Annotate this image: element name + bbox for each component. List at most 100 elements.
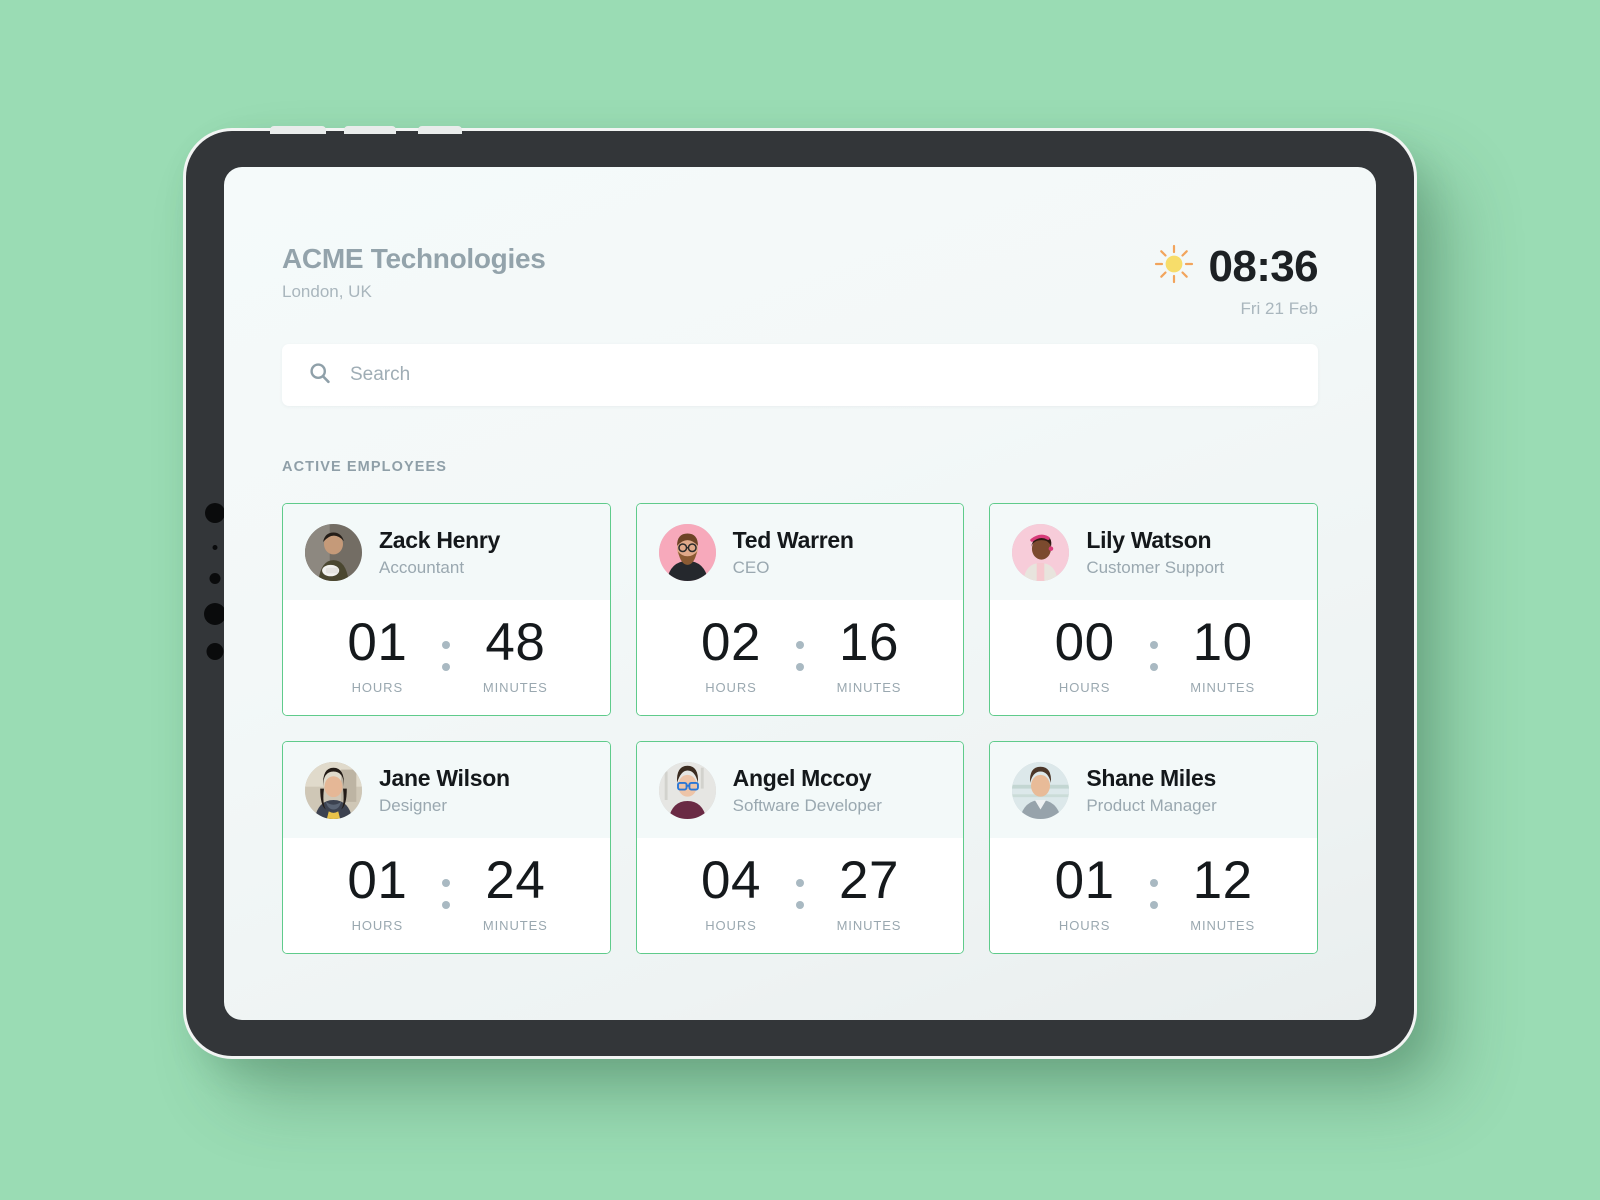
employee-timer: 01 HOURS 12 MINUTES — [990, 838, 1317, 953]
tablet-device: ACME Technologies London, UK 08:36 Fri 2… — [186, 126, 1414, 1056]
timer-minutes-label: MINUTES — [836, 918, 902, 933]
timer-minutes-value: 48 — [485, 613, 546, 672]
timer-digits: 00 HOURS 10 MINUTES — [990, 616, 1317, 695]
employee-card[interactable]: Lily Watson Customer Support 00 HOURS 10… — [989, 503, 1318, 716]
timer-minutes-label: MINUTES — [1190, 680, 1256, 695]
company-block: ACME Technologies London, UK — [282, 243, 546, 300]
timer-minutes-column: 48 MINUTES — [463, 616, 567, 695]
avatar — [658, 524, 716, 581]
timer-minutes-value: 27 — [839, 851, 899, 910]
employee-card-header: Angel Mccoy Software Developer — [636, 742, 964, 838]
timer-colon-separator — [1137, 636, 1171, 676]
depth-sensor-icon — [204, 603, 226, 625]
timer-digits: 01 HOURS 12 MINUTES — [990, 854, 1317, 933]
employee-name: Angel Mccoy — [732, 764, 872, 791]
employee-role: Product Manager — [1086, 795, 1217, 815]
timer-digits: 04 HOURS 27 MINUTES — [637, 854, 964, 933]
timer-colon-separator — [429, 636, 463, 676]
dot-projector-icon — [206, 643, 224, 660]
timer-hours-label: HOURS — [705, 918, 757, 933]
employee-card[interactable]: Angel Mccoy Software Developer 04 HOURS — [635, 741, 965, 954]
timer-digits: 01 HOURS 48 MINUTES — [283, 616, 610, 695]
timer-hours-value: 01 — [347, 613, 408, 672]
timer-minutes-label: MINUTES — [482, 680, 548, 695]
volume-down-button[interactable] — [344, 126, 396, 134]
employee-role: Accountant — [379, 557, 465, 577]
sun-icon — [1153, 243, 1195, 290]
company-name: ACME Technologies — [282, 243, 546, 274]
company-location: London, UK — [282, 282, 372, 302]
timer-hours-value: 02 — [701, 613, 761, 672]
avatar — [1012, 524, 1070, 581]
timer-colon-separator — [1137, 874, 1171, 914]
employee-card[interactable]: Zack Henry Accountant 01 HOURS 48 MINUTE… — [282, 503, 611, 716]
employee-timer: 04 HOURS 27 MINUTES — [636, 838, 964, 953]
current-time: 08:36 — [1208, 241, 1318, 291]
timer-minutes-column: 16 MINUTES — [817, 616, 921, 695]
timer-minutes-label: MINUTES — [1190, 918, 1256, 933]
employee-role: CEO — [732, 557, 770, 577]
timer-minutes-column: 24 MINUTES — [463, 854, 567, 933]
employee-identity: Shane Miles Product Manager — [1086, 765, 1217, 815]
timer-minutes-column: 27 MINUTES — [817, 854, 921, 933]
employee-identity: Lily Watson Customer Support — [1086, 527, 1225, 577]
employee-timer: 02 HOURS 16 MINUTES — [636, 600, 964, 715]
employee-role: Customer Support — [1086, 557, 1225, 577]
employee-role: Software Developer — [732, 795, 882, 815]
app-header: ACME Technologies London, UK 08:36 Fri 2… — [282, 241, 1319, 318]
employee-card-header: Lily Watson Customer Support — [990, 504, 1317, 600]
search-input[interactable] — [350, 364, 1292, 386]
timer-minutes-value: 12 — [1192, 851, 1253, 910]
timer-colon-separator — [783, 874, 817, 914]
timer-hours-value: 00 — [1054, 613, 1115, 672]
light-sensor-icon — [212, 545, 218, 550]
timer-hours-label: HOURS — [351, 680, 404, 695]
employee-name: Ted Warren — [732, 526, 854, 553]
timer-minutes-column: 10 MINUTES — [1171, 616, 1275, 695]
tablet-top-buttons — [270, 126, 462, 134]
timer-hours-column: 01 HOURS — [325, 854, 429, 933]
camera-lens-icon — [205, 503, 225, 523]
timer-hours-column: 02 HOURS — [679, 616, 783, 695]
power-button[interactable] — [418, 126, 462, 134]
time-tracking-app: ACME Technologies London, UK 08:36 Fri 2… — [224, 167, 1376, 1020]
timer-colon-separator — [783, 636, 817, 676]
employee-card[interactable]: Jane Wilson Designer 01 HOURS 24 MINUTES — [282, 741, 611, 954]
search-bar[interactable] — [282, 344, 1318, 406]
employee-identity: Zack Henry Accountant — [379, 527, 500, 577]
proximity-sensor-icon — [209, 573, 221, 584]
volume-up-button[interactable] — [270, 126, 326, 134]
avatar — [305, 524, 362, 581]
search-icon — [308, 361, 332, 390]
employee-grid: Zack Henry Accountant 01 HOURS 48 MINUTE… — [282, 503, 1318, 954]
timer-digits: 01 HOURS 24 MINUTES — [283, 854, 610, 933]
employee-card-header: Jane Wilson Designer — [283, 742, 610, 838]
avatar — [305, 762, 362, 819]
employee-role: Designer — [379, 795, 448, 815]
timer-hours-column: 00 HOURS — [1033, 616, 1137, 695]
timer-hours-label: HOURS — [1058, 680, 1111, 695]
employee-card[interactable]: Shane Miles Product Manager 01 HOURS 12 … — [989, 741, 1318, 954]
employee-card[interactable]: Ted Warren CEO 02 HOURS 16 MINUTES — [635, 503, 965, 716]
screenshot-stage: ACME Technologies London, UK 08:36 Fri 2… — [0, 0, 1600, 1200]
timer-minutes-label: MINUTES — [836, 680, 902, 695]
tablet-screen: ACME Technologies London, UK 08:36 Fri 2… — [224, 167, 1376, 1020]
timer-hours-value: 01 — [347, 851, 408, 910]
timer-hours-label: HOURS — [705, 680, 757, 695]
section-title-active-employees: ACTIVE EMPLOYEES — [282, 459, 448, 475]
timer-hours-column: 01 HOURS — [1033, 854, 1137, 933]
avatar — [1012, 762, 1070, 819]
timer-digits: 02 HOURS 16 MINUTES — [637, 616, 964, 695]
employee-timer: 00 HOURS 10 MINUTES — [990, 600, 1317, 715]
employee-card-header: Zack Henry Accountant — [283, 504, 610, 600]
timer-hours-value: 01 — [1054, 851, 1115, 910]
timer-hours-column: 01 HOURS — [325, 616, 429, 695]
avatar — [658, 762, 716, 819]
current-date: Fri 21 Feb — [1240, 299, 1318, 318]
employee-timer: 01 HOURS 24 MINUTES — [283, 838, 610, 953]
timer-minutes-label: MINUTES — [482, 918, 548, 933]
timer-minutes-value: 16 — [839, 613, 899, 672]
employee-name: Jane Wilson — [379, 764, 510, 791]
employee-timer: 01 HOURS 48 MINUTES — [283, 600, 610, 715]
timer-colon-separator — [429, 874, 463, 914]
